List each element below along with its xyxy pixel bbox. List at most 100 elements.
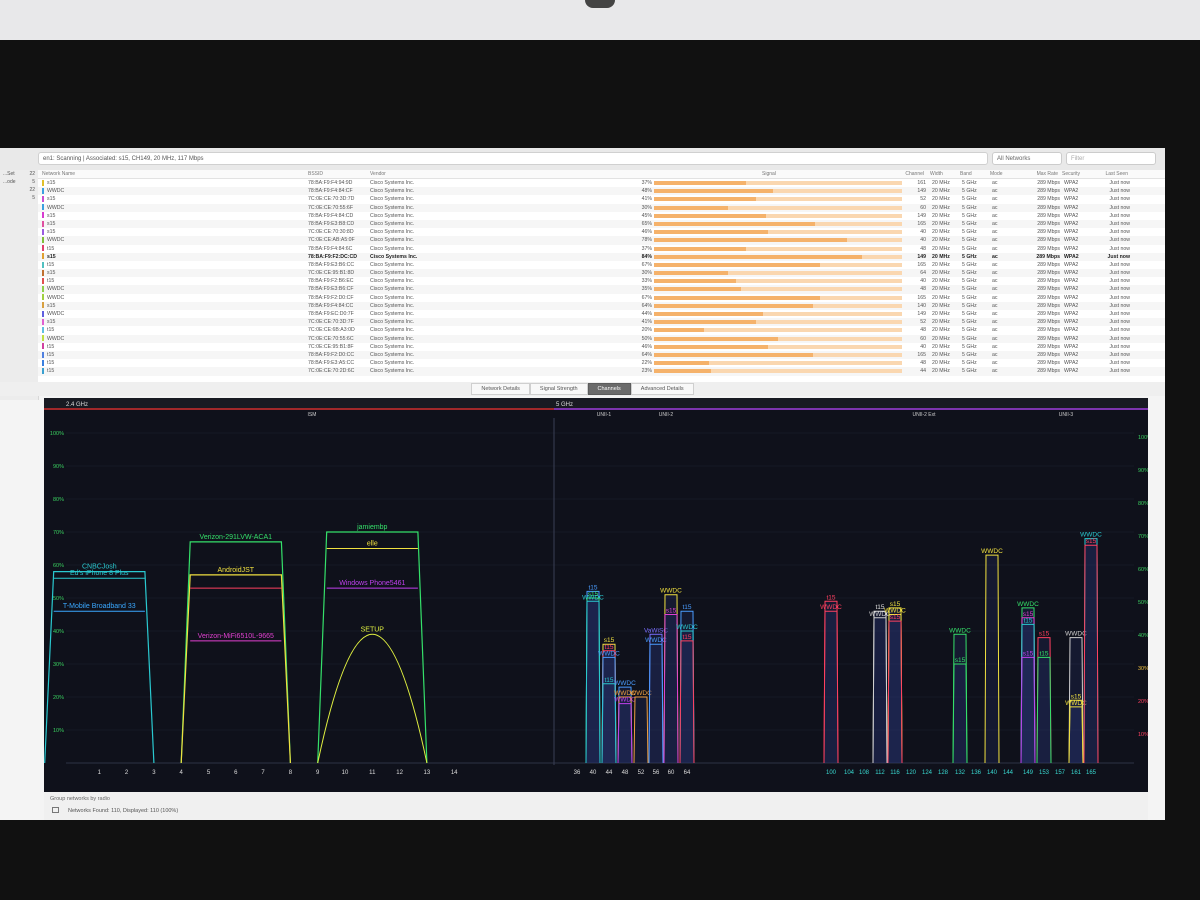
y-tick-label-left: 10% bbox=[53, 728, 64, 734]
tab-advanced-details[interactable]: Advanced Details bbox=[630, 383, 694, 395]
sidebar-item[interactable]: 22 bbox=[0, 186, 38, 194]
cell-width: 20 MHz bbox=[932, 270, 950, 277]
network-bar bbox=[663, 614, 679, 764]
table-row[interactable]: t15 78:BA:F9:F2:B6:EC Cisco Systems Inc. 33… bbox=[38, 277, 1165, 285]
table-row[interactable]: s15 7C:0E:CE:70:3D:7D Cisco Systems Inc. 41… bbox=[38, 195, 1165, 203]
cell-width: 20 MHz bbox=[932, 196, 950, 203]
column-header[interactable]: Last Seen bbox=[1092, 170, 1132, 178]
column-header[interactable]: Security bbox=[1062, 170, 1092, 178]
network-name: WWDC bbox=[47, 311, 65, 317]
sidebar-item[interactable]: ...Set 22 bbox=[0, 170, 38, 178]
network-bar bbox=[648, 643, 664, 764]
cell-signal-bar bbox=[654, 343, 902, 351]
cell-width: 20 MHz bbox=[932, 261, 950, 268]
network-color-swatch bbox=[42, 359, 44, 366]
table-row[interactable]: s15 78:BA:F9:F4:94:9D Cisco Systems Inc. 37… bbox=[38, 179, 1165, 187]
table-row[interactable]: WWDC 78:BA:F9:EC:D0:7F Cisco Systems Inc. 4… bbox=[38, 310, 1165, 318]
network-label: WWDC bbox=[676, 624, 698, 631]
table-row[interactable]: t15 7C:0E:CE:95:B1:8F Cisco Systems Inc. 46… bbox=[38, 343, 1165, 351]
cell-bssid: 7C:0E:CE:6B:A3:0D bbox=[308, 327, 355, 334]
table-row[interactable]: WWDC 78:BA:F9:F2:D0:CF Cisco Systems Inc. 6… bbox=[38, 294, 1165, 302]
y-tick-label-right: 100% bbox=[1138, 435, 1148, 441]
band-label: UNII-2 Ext bbox=[912, 412, 936, 418]
table-row[interactable]: t15 78:BA:F9:F2:D0:CC Cisco Systems Inc. 64… bbox=[38, 350, 1165, 360]
cell-signal-percent: 50% bbox=[641, 335, 652, 342]
sidebar-item[interactable]: ...ode 5 bbox=[0, 178, 38, 186]
band-label: UNII-1 bbox=[597, 412, 612, 418]
cell-signal-bar bbox=[654, 294, 902, 302]
table-row[interactable]: t15 7C:0E:CE:70:2D:6C Cisco Systems Inc. 23… bbox=[38, 367, 1165, 376]
tab-network-details[interactable]: Network Details bbox=[471, 383, 530, 395]
network-name: t15 bbox=[47, 278, 55, 285]
cell-mode: ac bbox=[992, 245, 998, 252]
table-row[interactable]: WWDC 78:BA:F9:F4:84:CF Cisco Systems Inc. 4… bbox=[38, 187, 1165, 196]
table-row[interactable]: s15 78:BA:F9:F2:DC:CD Cisco Systems Inc. 84… bbox=[38, 252, 1165, 261]
network-label: s15 bbox=[1086, 538, 1097, 545]
cell-max-rate: 289 Mbps bbox=[1037, 229, 1060, 236]
column-header[interactable]: Mode bbox=[990, 170, 1020, 178]
cell-channel: 60 bbox=[920, 204, 926, 211]
table-row[interactable]: WWDC 7C:0E:CE:70:55:6F Cisco Systems Inc. 3… bbox=[38, 203, 1165, 212]
table-row[interactable]: t15 78:BA:F9:E3:A5:CC Cisco Systems Inc. 22… bbox=[38, 359, 1165, 367]
cell-mode: ac bbox=[992, 229, 998, 236]
table-row[interactable]: WWDC 7C:0E:CE:70:55:6C Cisco Systems Inc. 5… bbox=[38, 334, 1165, 343]
column-header[interactable]: BSSID bbox=[308, 170, 370, 178]
network-bar bbox=[585, 600, 601, 764]
cell-channel: 40 bbox=[920, 278, 926, 285]
network-color-swatch bbox=[42, 335, 44, 342]
cell-signal-bar bbox=[654, 212, 902, 220]
column-header[interactable]: Band bbox=[960, 170, 990, 178]
column-header[interactable]: Vendor bbox=[370, 170, 638, 178]
x-tick-label: 149 bbox=[1023, 770, 1034, 776]
network-bar bbox=[823, 610, 839, 764]
network-name: WWDC bbox=[47, 335, 65, 342]
group-by-radio-checkbox[interactable]: Group networks by radio bbox=[50, 796, 110, 802]
table-row[interactable]: WWDC 78:BA:F9:E3:B6:CF Cisco Systems Inc. 3… bbox=[38, 285, 1165, 294]
cell-width: 20 MHz bbox=[932, 351, 950, 358]
table-row[interactable]: WWDC 7C:0E:CE:AB:A5:0F Cisco Systems Inc. 7… bbox=[38, 236, 1165, 245]
table-row[interactable]: s15 78:BA:F9:F4:84:CD Cisco Systems Inc. 45… bbox=[38, 212, 1165, 220]
cell-vendor: Cisco Systems Inc. bbox=[370, 343, 415, 350]
cell-bssid: 78:BA:F9:E3:B8:CD bbox=[308, 220, 355, 227]
column-header[interactable]: Channel bbox=[900, 170, 930, 178]
column-header[interactable]: Width bbox=[930, 170, 960, 178]
table-row[interactable]: s15 7C:0E:CE:70:3D:7F Cisco Systems Inc. 41… bbox=[38, 318, 1165, 327]
cell-channel: 64 bbox=[920, 270, 926, 277]
table-row[interactable]: s15 7C:0E:CE:95:B1:8D Cisco Systems Inc. 30… bbox=[38, 269, 1165, 278]
network-color-swatch bbox=[42, 277, 44, 284]
table-row[interactable]: t15 7C:0E:CE:6B:A3:0D Cisco Systems Inc. 20… bbox=[38, 326, 1165, 334]
cell-channel: 149 bbox=[917, 311, 926, 317]
network-label: Verizon-291LVW-ACA1 bbox=[200, 534, 273, 541]
column-header[interactable]: Signal bbox=[638, 170, 900, 178]
cell-mode: ac bbox=[992, 319, 998, 326]
table-row[interactable]: s15 78:BA:F9:F4:84:CC Cisco Systems Inc. 64… bbox=[38, 301, 1165, 310]
network-name: s15 bbox=[47, 180, 56, 186]
column-header[interactable]: Max Rate bbox=[1020, 170, 1062, 178]
table-row[interactable]: s15 7C:0E:CE:70:30:8D Cisco Systems Inc. 46… bbox=[38, 228, 1165, 236]
table-row[interactable]: t15 78:BA:F9:E3:B6:CC Cisco Systems Inc. 67… bbox=[38, 261, 1165, 269]
cell-band: 5 GHz bbox=[962, 245, 977, 252]
cell-bssid: 78:BA:F9:E3:B6:CF bbox=[308, 286, 354, 293]
network-color-swatch bbox=[42, 327, 44, 333]
cell-max-rate: 289 Mbps bbox=[1037, 270, 1060, 277]
search-input[interactable]: Filter bbox=[1066, 152, 1156, 165]
layout-toggle-icon[interactable] bbox=[52, 807, 59, 813]
cell-signal-bar bbox=[654, 179, 902, 187]
cell-band: 5 GHz bbox=[962, 327, 977, 334]
y-tick-label-right: 80% bbox=[1138, 501, 1148, 507]
cell-vendor: Cisco Systems Inc. bbox=[370, 327, 415, 334]
networks-found-label: Networks Found: 110, Displayed: 110 (100… bbox=[68, 808, 179, 814]
tab-signal-strength[interactable]: Signal Strength bbox=[529, 383, 588, 395]
tab-channels[interactable]: Channels bbox=[587, 383, 631, 395]
cell-band: 5 GHz bbox=[962, 343, 977, 350]
x-tick-label: 10 bbox=[342, 770, 349, 776]
network-filter-select[interactable]: All Networks bbox=[992, 152, 1062, 165]
table-row[interactable]: t15 78:BA:F9:F4:84:6C Cisco Systems Inc. 37… bbox=[38, 245, 1165, 253]
cell-max-rate: 289 Mbps bbox=[1037, 294, 1060, 301]
cell-security: WPA2 bbox=[1064, 368, 1079, 375]
column-header[interactable]: Network Name bbox=[38, 170, 308, 178]
sidebar-item[interactable]: 5 bbox=[0, 194, 38, 202]
cell-security: WPA2 bbox=[1064, 311, 1079, 317]
cell-last-seen: Just now bbox=[1109, 204, 1130, 211]
table-row[interactable]: s15 78:BA:F9:E3:B8:CD Cisco Systems Inc. 65… bbox=[38, 219, 1165, 229]
